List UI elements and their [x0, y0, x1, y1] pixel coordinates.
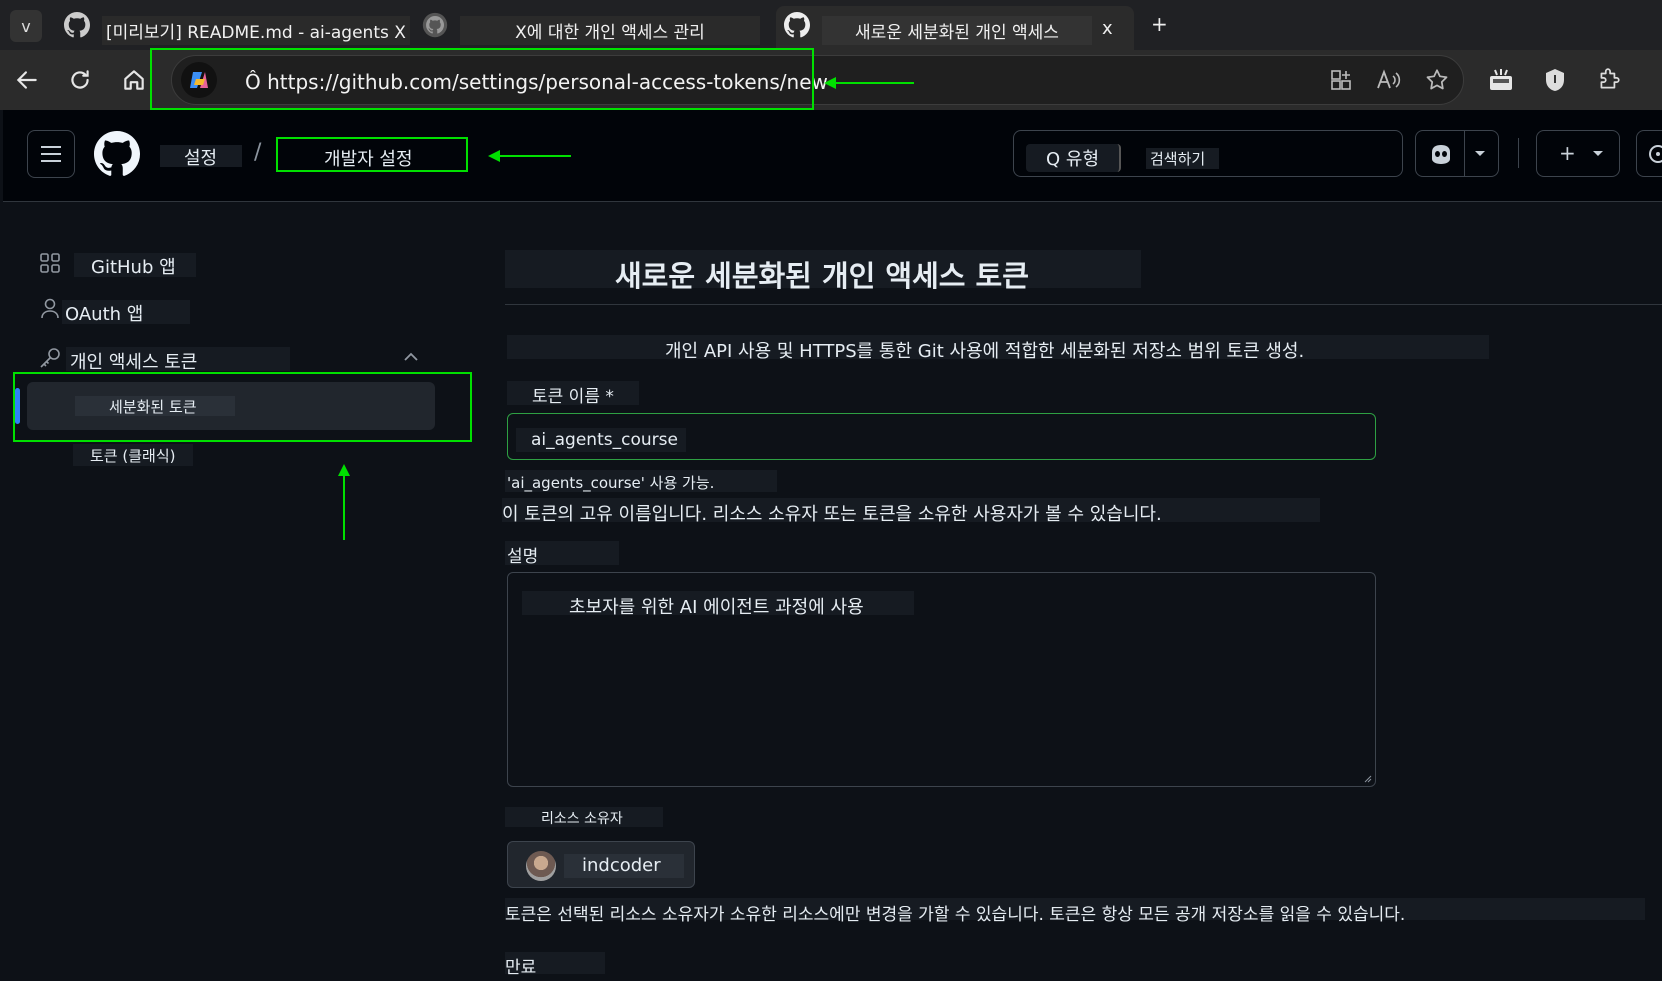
sidebar-item-fine-grained-tokens[interactable]: 세분화된 토큰	[27, 382, 435, 430]
plus-icon: +	[1559, 141, 1576, 165]
expiration-label: 만료	[505, 958, 537, 978]
description-textarea[interactable]: 초보자를 위한 AI 에이전트 과정에 사용	[507, 572, 1376, 787]
resource-owner-label: 리소스 소유자	[541, 811, 623, 827]
drop-extension-icon	[1490, 69, 1512, 90]
sidebar-item-personal-access-tokens[interactable]: 개인 액세스 토큰	[70, 348, 197, 374]
favorite-button[interactable]	[1419, 62, 1455, 98]
annotation-arrow-sidebar	[343, 475, 345, 540]
annotation-arrow-url	[830, 82, 914, 84]
breadcrumb-developer-settings[interactable]: 개발자 설정	[324, 145, 413, 171]
avatar	[526, 851, 556, 881]
description-label: 설명	[507, 547, 539, 567]
resource-owner-value: indcoder	[582, 855, 661, 876]
apps-grid-icon	[40, 253, 60, 273]
github-tab-icon	[422, 12, 448, 38]
split-screen-button[interactable]	[1323, 62, 1359, 98]
chevron-up-icon[interactable]	[403, 352, 419, 362]
person-icon	[41, 298, 59, 319]
chevron-down-icon	[1475, 151, 1485, 156]
github-logo-icon[interactable]	[94, 131, 140, 177]
sidebar-active-indicator	[15, 388, 20, 424]
tab-close-icon[interactable]: x	[1102, 18, 1113, 39]
sidebar-item-github-apps[interactable]: GitHub 앱	[91, 253, 176, 279]
page-subtitle: 개인 API 사용 및 HTTPS를 통한 Git 사용에 적합한 세분화된 저…	[665, 341, 1305, 362]
search-label: 검색하기	[1146, 148, 1220, 169]
new-tab-button[interactable]: +	[1151, 12, 1168, 36]
puzzle-icon	[1600, 68, 1620, 89]
tab-readme-title: [미리보기] README.md - ai-agents X	[102, 16, 410, 45]
resource-owner-hint: 토큰은 선택된 리소스 소유자가 소유한 리소스에만 변경을 가할 수 있습니다…	[505, 905, 1406, 925]
breadcrumb-separator: /	[254, 140, 262, 165]
browser-tab-bar: v [미리보기] README.md - ai-agents X X에 대한 개…	[0, 0, 1662, 50]
tab-list-button[interactable]: v	[10, 10, 42, 42]
sidebar-item-tokens-classic[interactable]: 토큰 (클래식)	[90, 445, 175, 466]
description-value: 초보자를 위한 AI 에이전트 과정에 사용	[569, 597, 864, 618]
reload-button[interactable]	[62, 62, 98, 98]
token-name-value: ai_agents_course	[531, 430, 678, 450]
annotation-arrowhead-sidebar	[338, 464, 350, 476]
copilot-icon	[1432, 145, 1450, 164]
breadcrumb-settings[interactable]: 설정	[184, 144, 217, 170]
create-new-button[interactable]: +	[1536, 130, 1620, 177]
title-divider	[505, 304, 1662, 305]
annotation-arrow-developer	[494, 155, 571, 157]
shield-icon	[1546, 69, 1564, 91]
resource-owner-button[interactable]: indcoder	[507, 841, 695, 888]
resize-handle-icon[interactable]	[1364, 775, 1372, 783]
home-button[interactable]	[116, 62, 152, 98]
github-tab-icon	[784, 12, 810, 38]
read-aloud-button[interactable]	[1371, 62, 1407, 98]
extensions-button[interactable]	[1591, 62, 1627, 98]
tab-readme[interactable]: [미리보기] README.md - ai-agents X	[56, 6, 410, 50]
token-available-note: 'ai_agents_course' 사용 가능.	[507, 474, 715, 492]
extension-drop-button[interactable]	[1483, 62, 1519, 98]
sidebar-item-oauth-apps[interactable]: OAuth 앱	[65, 300, 143, 326]
annotation-arrowhead-developer	[488, 150, 500, 162]
annotation-arrowhead-url	[824, 77, 836, 89]
back-arrow-icon	[16, 71, 37, 89]
github-tab-icon	[64, 12, 90, 38]
token-name-input[interactable]: ai_agents_course	[507, 413, 1376, 460]
split-screen-icon	[1331, 70, 1351, 90]
back-button[interactable]	[9, 62, 45, 98]
key-icon	[40, 348, 60, 368]
reload-icon	[71, 70, 89, 89]
hamburger-icon	[41, 146, 61, 162]
header-divider	[1518, 138, 1519, 168]
annotation-box-url	[150, 48, 814, 110]
copilot-button[interactable]	[1415, 130, 1499, 177]
page-title: 새로운 세분화된 개인 액세스 토큰	[615, 259, 1029, 293]
tab-list-label: v	[21, 16, 31, 36]
token-name-hint: 이 토큰의 고유 이름입니다. 리소스 소유자 또는 토큰을 소유한 사용자가 …	[502, 504, 1162, 525]
chevron-down-icon	[1593, 151, 1603, 156]
menu-button[interactable]	[27, 130, 75, 178]
tab-manage-access[interactable]: X에 대한 개인 액세스 관리	[414, 6, 764, 50]
tab-manage-access-title: X에 대한 개인 액세스 관리	[460, 16, 760, 45]
tab-new-token[interactable]: 새로운 세분화된 개인 액세스 x	[776, 6, 1134, 50]
github-header	[3, 110, 1662, 202]
browser-essentials-button[interactable]	[1537, 62, 1573, 98]
read-aloud-icon	[1377, 69, 1401, 89]
search-type-label[interactable]: Q 유형	[1026, 144, 1122, 172]
sidebar-item-fine-grained-label: 세분화된 토큰	[109, 398, 197, 416]
circle-dot-icon	[1649, 145, 1662, 163]
star-icon	[1426, 69, 1448, 90]
token-name-label: 토큰 이름 *	[532, 387, 614, 407]
tab-new-token-title: 새로운 세분화된 개인 액세스	[822, 16, 1092, 45]
issues-button[interactable]	[1636, 130, 1662, 177]
home-icon	[124, 70, 144, 90]
